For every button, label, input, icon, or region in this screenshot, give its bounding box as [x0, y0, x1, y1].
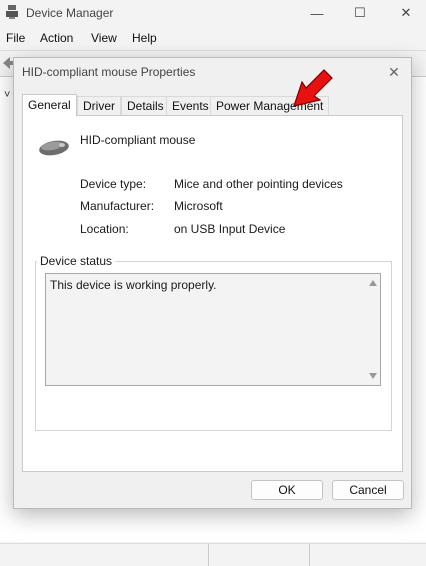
close-icon: ✕ [400, 5, 412, 20]
tree-expand-icon[interactable]: ˅ [4, 89, 10, 101]
menu-view[interactable]: View [91, 31, 117, 45]
maximize-button[interactable]: ☐ [345, 3, 375, 23]
cancel-button[interactable]: Cancel [332, 480, 404, 500]
device-name: HID-compliant mouse [80, 133, 196, 147]
tab-driver[interactable]: Driver [77, 96, 121, 115]
menu-file[interactable]: File [6, 31, 25, 45]
ok-button[interactable]: OK [251, 480, 323, 500]
dialog-close-button[interactable]: ✕ [383, 61, 405, 83]
device-type-value: Mice and other pointing devices [174, 177, 343, 191]
close-window-button[interactable]: ✕ [391, 3, 421, 23]
menu-help[interactable]: Help [132, 31, 157, 45]
location-label: Location: [80, 222, 129, 236]
device-manager-icon [6, 5, 18, 19]
status-cell [309, 544, 426, 566]
mouse-icon [39, 140, 69, 156]
minimize-button[interactable]: — [302, 3, 332, 23]
device-manager-titlebar: Device Manager — ☐ ✕ [0, 0, 426, 26]
tab-details[interactable]: Details [121, 96, 170, 115]
menu-bar: File Action View Help [0, 28, 426, 50]
scroll-down-icon[interactable] [369, 373, 377, 379]
device-type-label: Device type: [80, 177, 147, 191]
menu-action[interactable]: Action [40, 31, 73, 45]
manufacturer-value: Microsoft [174, 199, 223, 213]
device-status-legend: Device status [37, 254, 116, 268]
device-status-textbox[interactable]: This device is working properly. [45, 273, 381, 386]
general-tab-panel: HID-compliant mouse Device type: Mice an… [22, 115, 403, 472]
red-arrow-annotation-icon [293, 69, 333, 107]
status-bar [0, 543, 426, 566]
manufacturer-label: Manufacturer: [80, 199, 155, 213]
minimize-icon: — [310, 5, 324, 21]
device-manager-title: Device Manager [26, 6, 114, 20]
tab-events[interactable]: Events [166, 96, 215, 115]
properties-dialog: HID-compliant mouse Properties ✕ General… [13, 57, 412, 509]
status-cell [208, 544, 309, 566]
maximize-icon: ☐ [354, 5, 366, 20]
dialog-title: HID-compliant mouse Properties [22, 65, 196, 79]
tab-general[interactable]: General [22, 94, 77, 116]
scroll-up-icon[interactable] [369, 280, 377, 286]
device-status-text: This device is working properly. [50, 278, 217, 292]
location-value: on USB Input Device [174, 222, 286, 236]
close-icon: ✕ [388, 63, 400, 80]
